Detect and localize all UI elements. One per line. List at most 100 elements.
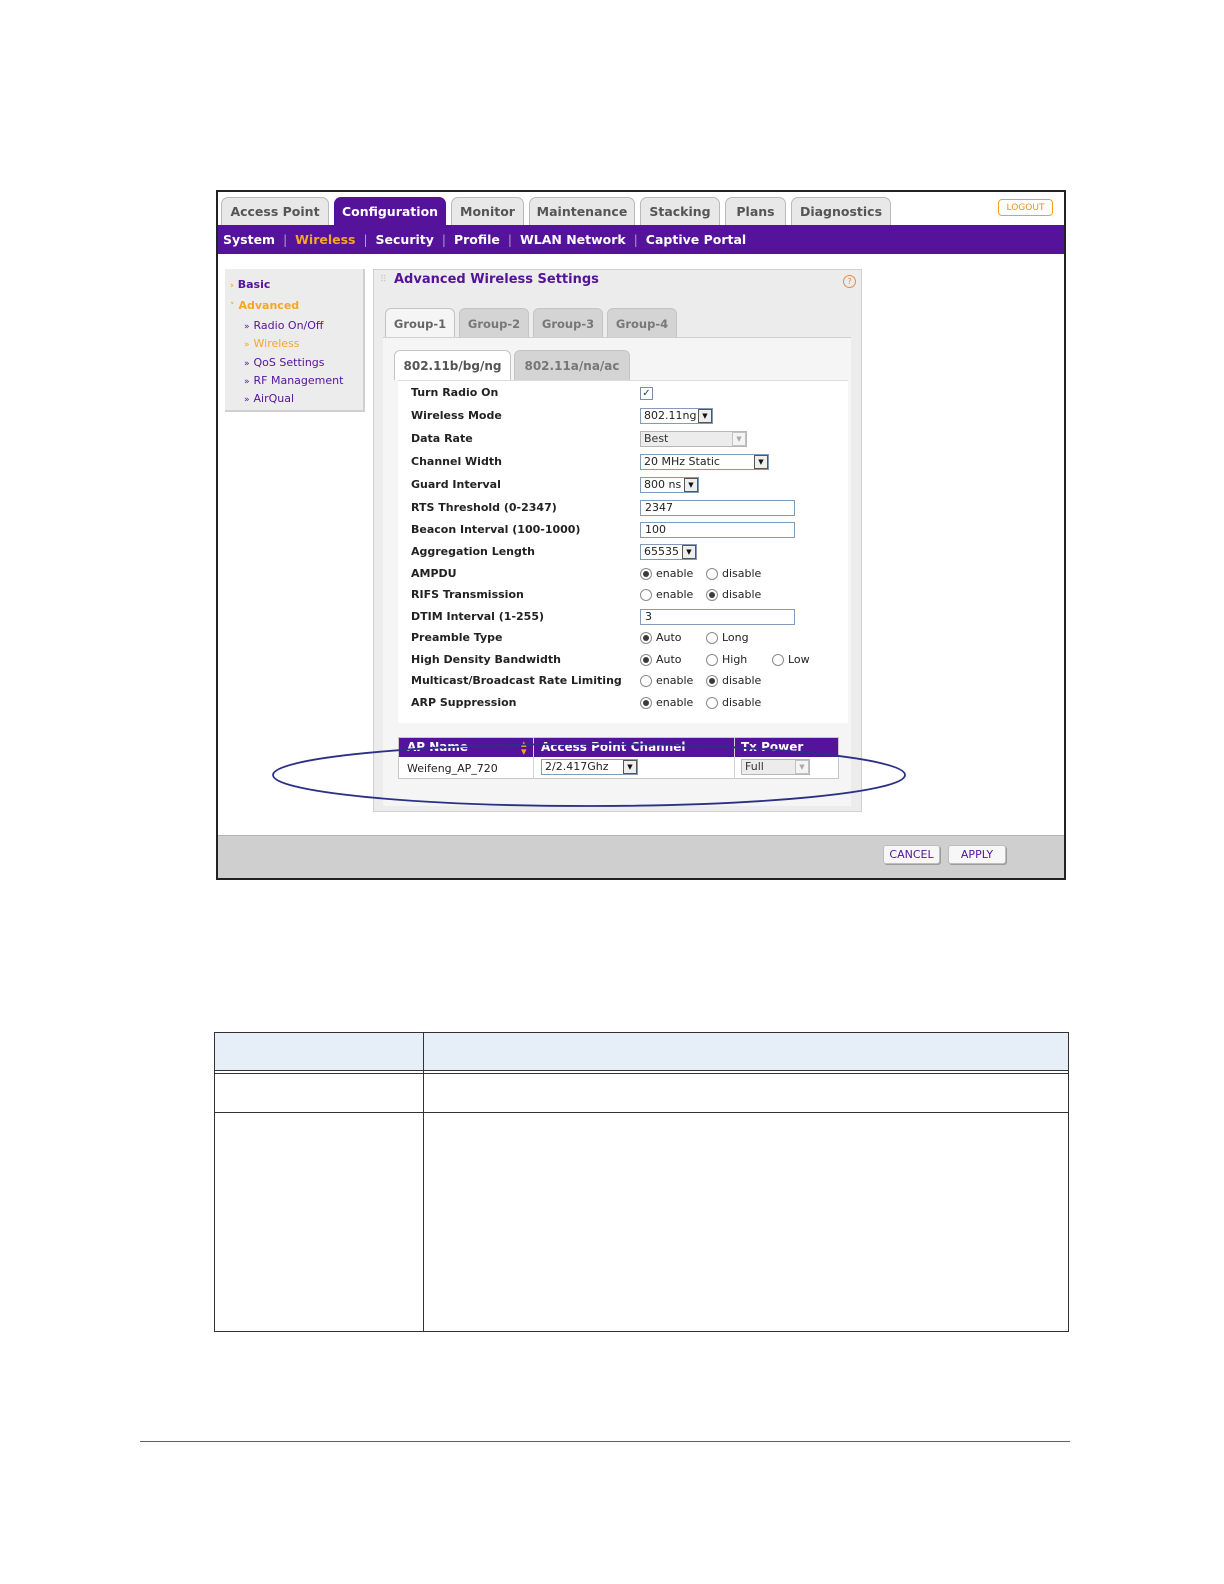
chevron-right-icon: › <box>230 281 234 291</box>
row-turn-radio-on: Turn Radio On ✓ <box>411 384 841 404</box>
tab-group-1[interactable]: Group-1 <box>385 308 455 338</box>
wireless-mode-select[interactable]: 802.11ng ▼ <box>640 408 713 424</box>
tab-group-3[interactable]: Group-3 <box>533 308 603 338</box>
guard-interval-select[interactable]: 800 ns ▼ <box>640 477 699 493</box>
row-arp-suppression: ARP Suppression enable disable <box>411 694 841 714</box>
select-value: Best <box>644 432 669 445</box>
dtim-interval-input[interactable]: 3 <box>640 609 795 625</box>
cancel-button[interactable]: CANCEL <box>883 845 940 864</box>
tab-802-11bgng[interactable]: 802.11b/bg/ng <box>394 350 511 380</box>
radio-label: High <box>722 653 748 666</box>
row-high-density-bandwidth: High Density Bandwidth Auto High Low <box>411 651 841 671</box>
turn-radio-on-checkbox[interactable]: ✓ <box>640 387 653 400</box>
tab-diagnostics[interactable]: Diagnostics <box>791 197 891 225</box>
dropdown-arrow-icon: ▼ <box>684 478 698 492</box>
menu-wireless[interactable]: » Wireless <box>244 337 300 350</box>
menu-basic-label: Basic <box>237 278 271 291</box>
menu-item-label: RF Management <box>253 374 344 387</box>
menu-radio-on-off[interactable]: » Radio On/Off <box>244 319 324 332</box>
subnav-separator: | <box>363 232 368 247</box>
rifs-disable-radio[interactable] <box>706 589 718 601</box>
radio-label: disable <box>722 567 762 580</box>
tab-monitor[interactable]: Monitor <box>451 197 524 225</box>
row-rifs-transmission: RIFS Transmission enable disable <box>411 586 841 606</box>
preamble-long-radio[interactable] <box>706 632 718 644</box>
subnav-captive-portal[interactable]: Captive Portal <box>646 232 746 247</box>
tab-802-11anaac[interactable]: 802.11a/na/ac <box>514 350 630 380</box>
apply-button[interactable]: APPLY <box>948 845 1006 864</box>
radio-label: Low <box>788 653 810 666</box>
hd-bandwidth-low-radio[interactable] <box>772 654 784 666</box>
arp-enable-radio[interactable] <box>640 697 652 709</box>
field-label: Multicast/Broadcast Rate Limiting <box>411 674 622 687</box>
rts-threshold-input[interactable]: 2347 <box>640 500 795 516</box>
screenshot-frame: Access Point Configuration Monitor Maint… <box>216 190 1066 880</box>
sub-navigation: System | Wireless | Security | Profile |… <box>218 225 1064 254</box>
tab-plans[interactable]: Plans <box>725 197 786 225</box>
row-channel-width: Channel Width 20 MHz Static ▼ <box>411 453 841 473</box>
menu-item-label: AirQual <box>253 392 295 405</box>
bullet-icon: » <box>244 322 250 332</box>
field-label: ARP Suppression <box>411 696 517 709</box>
subnav-separator: | <box>283 232 288 247</box>
menu-airqual[interactable]: » AirQual <box>244 392 294 405</box>
menu-advanced[interactable]: ˅ Advanced <box>230 299 299 312</box>
group-content: 802.11b/bg/ng 802.11a/na/ac Turn Radio O… <box>383 337 851 806</box>
logout-button[interactable]: LOGOUT <box>998 199 1053 216</box>
tab-stacking[interactable]: Stacking <box>640 197 720 225</box>
field-label: Guard Interval <box>411 478 501 491</box>
row-ampdu: AMPDU enable disable <box>411 565 841 585</box>
footer-rule <box>140 1441 1070 1442</box>
advanced-wireless-panel: ⠿ Advanced Wireless Settings ? Group-1 G… <box>373 269 862 812</box>
table-column-divider <box>423 1033 424 1331</box>
top-tab-bar: Access Point Configuration Monitor Maint… <box>218 192 1064 225</box>
radio-label: disable <box>722 674 762 687</box>
data-rate-select[interactable]: Best ▼ <box>640 431 747 447</box>
hd-bandwidth-high-radio[interactable] <box>706 654 718 666</box>
subnav-system[interactable]: System <box>223 232 275 247</box>
mcast-enable-radio[interactable] <box>640 675 652 687</box>
field-label: High Density Bandwidth <box>411 653 561 666</box>
field-label: Data Rate <box>411 432 473 445</box>
select-value: 65535 <box>644 545 679 558</box>
radio-label: enable <box>656 567 694 580</box>
dropdown-arrow-icon: ▼ <box>682 545 696 559</box>
tab-access-point[interactable]: Access Point <box>221 197 329 225</box>
row-guard-interval: Guard Interval 800 ns ▼ <box>411 476 841 496</box>
mcast-disable-radio[interactable] <box>706 675 718 687</box>
radio-settings-form: Turn Radio On ✓ Wireless Mode 802.11ng ▼ <box>398 380 848 723</box>
drag-handle-icon: ⠿ <box>380 275 387 285</box>
subnav-wireless[interactable]: Wireless <box>295 232 355 247</box>
table-rule <box>215 1112 1068 1113</box>
preamble-auto-radio[interactable] <box>640 632 652 644</box>
subnav-separator: | <box>441 232 446 247</box>
menu-basic[interactable]: › Basic <box>230 278 270 291</box>
menu-rf-management[interactable]: » RF Management <box>244 374 343 387</box>
tab-group-4[interactable]: Group-4 <box>607 308 677 338</box>
subnav-wlan-network[interactable]: WLAN Network <box>520 232 626 247</box>
beacon-interval-input[interactable]: 100 <box>640 522 795 538</box>
tab-configuration[interactable]: Configuration <box>334 197 446 225</box>
field-label: Preamble Type <box>411 631 503 644</box>
panel-title: Advanced Wireless Settings <box>394 272 599 287</box>
subnav-profile[interactable]: Profile <box>454 232 500 247</box>
tab-group-2[interactable]: Group-2 <box>459 308 529 338</box>
ampdu-enable-radio[interactable] <box>640 568 652 580</box>
field-label: Channel Width <box>411 455 502 468</box>
channel-width-select[interactable]: 20 MHz Static ▼ <box>640 454 769 470</box>
hd-bandwidth-auto-radio[interactable] <box>640 654 652 666</box>
help-icon[interactable]: ? <box>843 275 856 288</box>
bullet-icon: » <box>244 395 250 405</box>
highlight-ellipse <box>272 743 906 807</box>
field-label: Beacon Interval (100-1000) <box>411 523 581 536</box>
menu-qos-settings[interactable]: » QoS Settings <box>244 356 325 369</box>
field-label: RIFS Transmission <box>411 588 524 601</box>
rifs-enable-radio[interactable] <box>640 589 652 601</box>
arp-disable-radio[interactable] <box>706 697 718 709</box>
ampdu-disable-radio[interactable] <box>706 568 718 580</box>
subnav-security[interactable]: Security <box>376 232 434 247</box>
field-label: RTS Threshold (0-2347) <box>411 501 557 514</box>
left-menu: › Basic ˅ Advanced » Radio On/Off » Wireless… <box>225 269 365 412</box>
tab-maintenance[interactable]: Maintenance <box>529 197 635 225</box>
aggregation-length-select[interactable]: 65535 ▼ <box>640 544 697 560</box>
